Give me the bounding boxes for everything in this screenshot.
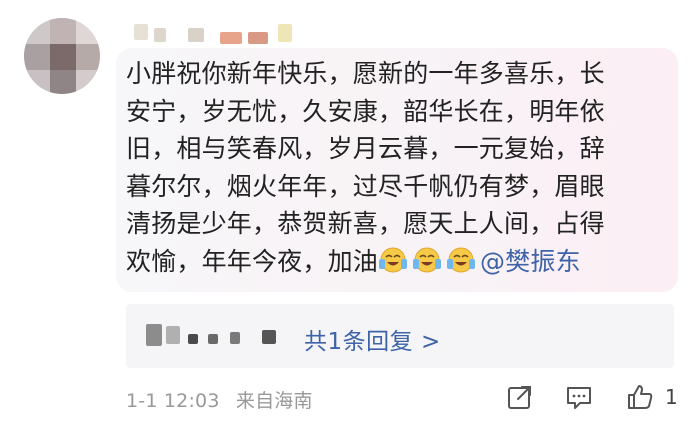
comment-line: 小胖祝你新年快乐，愿新的一年多喜乐，长 [126, 59, 605, 88]
like-count: 1 [665, 385, 678, 409]
comment-line: 清扬是少年，恭贺新喜，愿天上人间，占得 [126, 209, 605, 238]
comment-line-text: 欢愉，年年今夜，加油 [126, 246, 379, 276]
replies-box[interactable]: 共1条回复 > [126, 304, 674, 368]
comment-last-line: 欢愉，年年今夜，加油 @樊振东 [126, 243, 674, 281]
crying-laughing-icon [379, 247, 408, 272]
share-icon[interactable] [505, 382, 535, 412]
comment-location: 来自海南 [235, 390, 313, 412]
crying-laughing-icon [447, 247, 476, 272]
comment-meta: 1-1 12:03 来自海南 [126, 386, 323, 413]
comment-line: 暮尔尔，烟火年年，过尽千帆仍有梦，眉眼 [126, 171, 605, 201]
mention-link[interactable]: @樊振东 [480, 247, 581, 276]
like-icon[interactable] [625, 382, 655, 412]
comment-line: 旧，相与笑春风，岁月云暮，一元复始，辞 [126, 134, 605, 163]
comment-text: 小胖祝你新年快乐，愿新的一年多喜乐，长 安宁，岁无忧，久安康，韶华长在，明年依 … [126, 55, 674, 280]
comment-time: 1-1 12:03 [126, 390, 220, 412]
comment-icon[interactable] [564, 382, 594, 412]
avatar[interactable] [24, 18, 100, 94]
reply-author-blurred [126, 304, 296, 368]
comment-line: 安宁，岁无忧，久安康，韶华长在，明年依 [126, 96, 605, 126]
view-replies-link[interactable]: 共1条回复 > [304, 322, 441, 356]
crying-laughing-icon [413, 247, 442, 272]
username-blurred[interactable] [128, 20, 318, 46]
